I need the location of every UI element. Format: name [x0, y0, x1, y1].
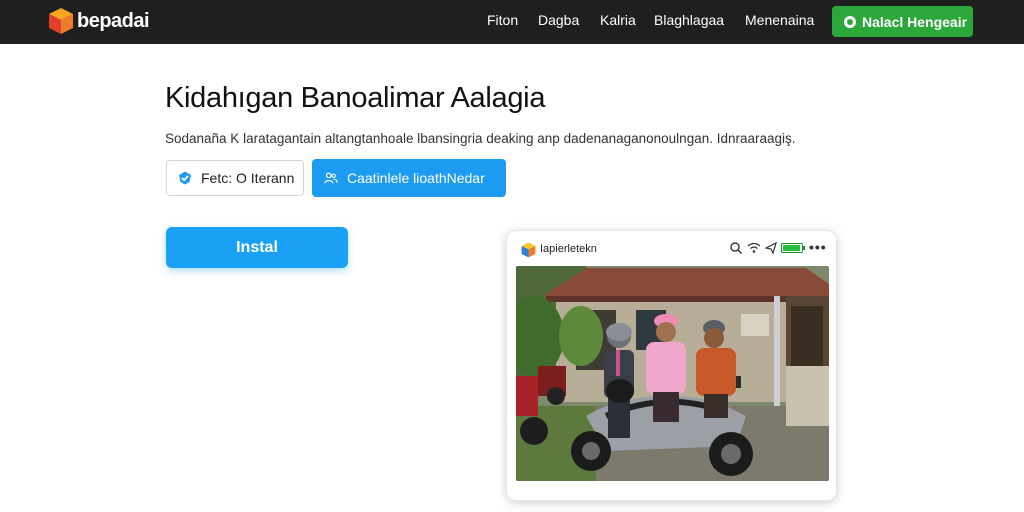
- check-badge-icon: [179, 171, 191, 185]
- nav-item-1[interactable]: Fiton: [487, 12, 518, 28]
- preview-app-name: Iapierletekn: [540, 243, 597, 255]
- top-navigation-bar: bepadai Fiton Dagba Kalria Blaghlagaa Me…: [0, 0, 1024, 44]
- page-subtitle: Sodanaña K laratagantain altangtanhoale …: [165, 131, 796, 146]
- page-title: Kidahıgan Banoalimar Aalagia: [165, 82, 546, 114]
- header-cta-button[interactable]: Nalacl Hengeair: [832, 6, 973, 37]
- users-icon: [324, 172, 338, 184]
- more-options-icon[interactable]: •••: [809, 239, 827, 255]
- secondary-button[interactable]: Fetc: O Iterann: [166, 160, 304, 196]
- brand-name: bepadai: [77, 9, 150, 32]
- cube-logo-icon: [49, 8, 73, 34]
- search-icon[interactable]: [729, 241, 743, 255]
- primary-button[interactable]: Caatinlele lioathNedar: [312, 159, 506, 197]
- primary-button-label: Caatinlele lioathNedar: [347, 170, 485, 186]
- wifi-icon: [747, 242, 761, 253]
- nav-item-5[interactable]: Menenaina: [745, 12, 814, 28]
- brand-logo[interactable]: bepadai: [48, 7, 150, 35]
- nav-item-3[interactable]: Kalria: [600, 12, 636, 28]
- preview-photo: [516, 266, 829, 481]
- app-preview-card: Iapierletekn •••: [506, 230, 837, 501]
- nav-item-2[interactable]: Dagba: [538, 12, 579, 28]
- status-dot-icon: [844, 15, 856, 28]
- header-cta-label: Nalacl Hengeair: [862, 13, 968, 30]
- preview-header: Iapierletekn •••: [507, 231, 836, 265]
- send-icon: [765, 241, 777, 255]
- secondary-button-label: Fetc: O Iterann: [201, 170, 295, 186]
- battery-icon: [781, 243, 805, 253]
- install-button[interactable]: Instal: [166, 227, 348, 268]
- cube-logo-icon: [521, 242, 536, 258]
- nav-item-4[interactable]: Blaghlagaa: [654, 12, 724, 28]
